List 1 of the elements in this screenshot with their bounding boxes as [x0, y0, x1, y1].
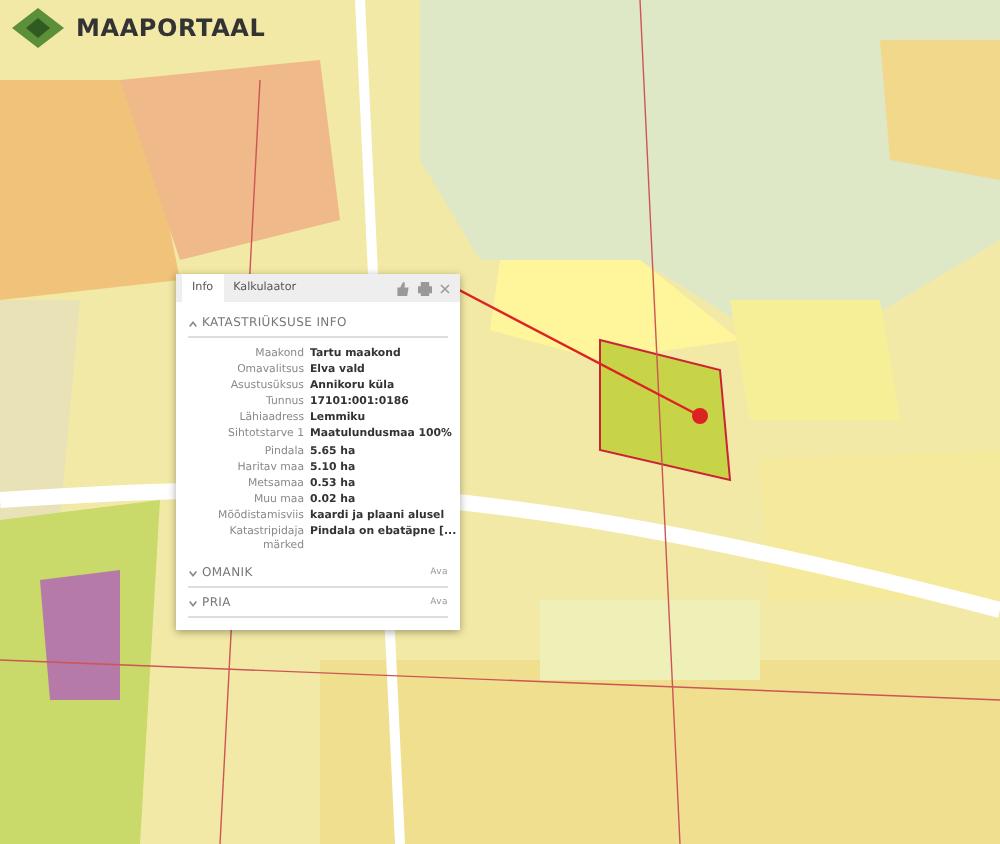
logo-text: MAAPORTAAL	[72, 14, 270, 42]
